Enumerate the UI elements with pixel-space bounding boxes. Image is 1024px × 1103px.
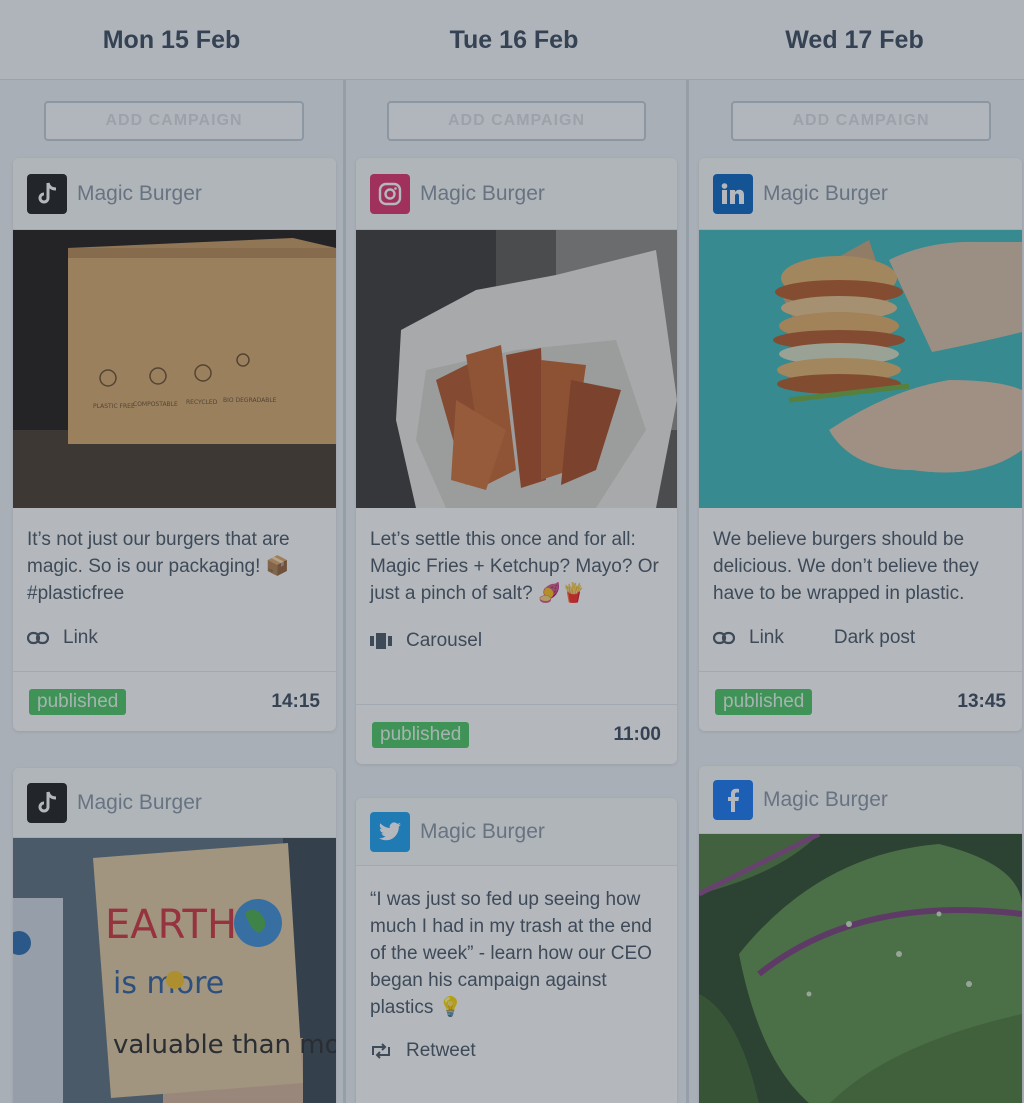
post-image[interactable]: EARTH is more valuable than money [13, 838, 336, 1103]
post-meta: Link [13, 607, 336, 669]
tiktok-icon [27, 173, 67, 214]
account-name: Magic Burger [763, 181, 888, 205]
status-badge: published [372, 721, 470, 748]
day-header-wed: Wed 17 Feb [785, 25, 924, 54]
post-card-header: Magic Burger [356, 798, 677, 866]
post-time: 14:15 [271, 690, 320, 712]
account-name: Magic Burger [77, 181, 202, 205]
link-icon [713, 631, 735, 645]
add-campaign-button-tue[interactable]: ADD CAMPAIGN [387, 101, 646, 141]
post-card[interactable]: Magic Burger We believe burgers should b… [699, 158, 1022, 731]
post-card-footer: published 14:15 [13, 671, 336, 731]
post-card-header: Magic Burger [13, 158, 336, 230]
post-caption: Let’s settle this once and for all: Magi… [370, 529, 659, 604]
status-badge: published [29, 688, 127, 715]
sign-text: valuable than money [113, 1030, 336, 1060]
dark-post-label: Dark post [833, 627, 916, 648]
post-card[interactable]: Magic Burger [699, 766, 1022, 1103]
post-type-label: Retweet [406, 1040, 476, 1061]
account-name: Magic Burger [763, 787, 888, 811]
post-caption: We believe burgers should be delicious. … [713, 529, 979, 604]
post-card[interactable]: Magic Burger PLASTIC FREE COMPOSTABLE RE… [13, 158, 336, 731]
sign-text: EARTH [105, 902, 237, 948]
post-card-header: Magic Burger [13, 768, 336, 838]
day-headers: Mon 15 Feb Tue 16 Feb Wed 17 Feb [0, 0, 1024, 80]
box-label: RECYCLED [186, 399, 218, 406]
post-card-header: Magic Burger [699, 766, 1022, 834]
post-meta: Retweet [356, 1021, 677, 1081]
post-image[interactable] [699, 834, 1022, 1103]
twitter-icon [370, 811, 410, 852]
link-icon [27, 631, 49, 645]
day-header-tue: Tue 16 Feb [449, 25, 579, 54]
box-label: PLASTIC FREE [93, 403, 135, 410]
retweet-icon [370, 1043, 392, 1059]
post-card[interactable]: Magic Burger EARTH is more valuable than… [13, 768, 336, 1103]
post-meta: Link Dark post [699, 607, 1022, 669]
post-card[interactable]: Magic Burger “I was just so fed up seein… [356, 798, 677, 1103]
account-name: Magic Burger [420, 181, 545, 205]
post-type-label: Carousel [406, 630, 483, 651]
status-badge: published [715, 688, 813, 715]
post-image[interactable] [356, 230, 677, 508]
account-name: Magic Burger [77, 790, 202, 814]
box-label: BIO DEGRADABLE [223, 397, 277, 404]
post-image[interactable]: PLASTIC FREE COMPOSTABLE RECYCLED BIO DE… [13, 230, 336, 508]
post-card-header: Magic Burger [356, 158, 677, 230]
box-label: COMPOSTABLE [133, 401, 178, 408]
post-time: 13:45 [957, 690, 1006, 712]
post-caption: “I was just so fed up seeing how much I … [370, 889, 652, 1018]
account-name: Magic Burger [420, 819, 545, 843]
tiktok-icon [27, 782, 67, 823]
post-card-footer: published 13:45 [699, 671, 1022, 731]
carousel-icon [370, 633, 392, 649]
calendar-app: Mon 15 Feb Tue 16 Feb Wed 17 Feb ADD CAM… [0, 0, 1024, 1103]
post-type-label: Link [749, 627, 784, 648]
post-card-footer: published 11:00 [356, 704, 677, 764]
moon-icon [804, 628, 820, 648]
instagram-icon [370, 173, 410, 214]
post-caption: It’s not just our burgers that are magic… [27, 529, 290, 604]
linkedin-icon [713, 173, 753, 214]
post-type-label: Link [63, 627, 98, 648]
add-campaign-button-wed[interactable]: ADD CAMPAIGN [731, 101, 991, 141]
day-header-mon: Mon 15 Feb [102, 25, 241, 54]
facebook-icon [713, 779, 753, 820]
post-meta: Carousel [356, 607, 677, 675]
add-campaign-button-mon[interactable]: ADD CAMPAIGN [44, 101, 304, 141]
post-card[interactable]: Magic Burger Let’s settle this once and … [356, 158, 677, 764]
post-time: 11:00 [613, 723, 661, 745]
post-image[interactable] [699, 230, 1022, 508]
post-card-header: Magic Burger [699, 158, 1022, 230]
